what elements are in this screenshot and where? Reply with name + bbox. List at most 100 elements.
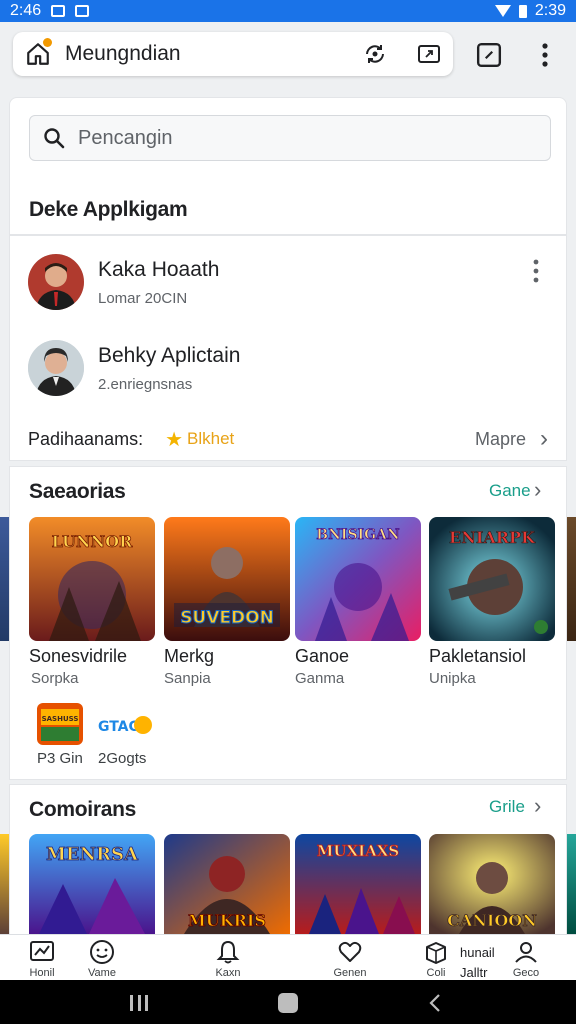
chart-icon <box>30 941 54 961</box>
tile-title: Ganoe <box>295 646 350 666</box>
users-card: Kaka Hoaath Lomar 20CIN Behky Aplictain … <box>9 235 567 461</box>
see-all-link[interactable]: Gane <box>489 481 531 501</box>
tile-art-text: SUVEDON <box>180 608 274 628</box>
game-tile[interactable]: SUVEDON <box>164 517 290 641</box>
overflow-menu-icon[interactable] <box>534 42 556 68</box>
heart-icon <box>338 941 362 962</box>
chevron-right-icon[interactable]: › <box>534 793 541 819</box>
app-title: Meungndian <box>65 42 181 65</box>
status-bar: 2:46 2:39 <box>0 0 576 22</box>
nav-label: Geco <box>512 967 540 979</box>
section-title: Saeaorias <box>29 480 126 503</box>
status-time-left: 2:46 <box>10 2 42 19</box>
tile-art-text: BNISIGAN <box>316 527 400 543</box>
nav-label: Coli <box>426 967 446 979</box>
mini-app-label: 2Gogts <box>98 750 147 767</box>
person-icon <box>515 942 537 963</box>
bottom-navigation: Honil Vame Kaxn Genen Coli hunail Jalltr… <box>0 934 576 980</box>
chevron-right-icon[interactable]: › <box>534 477 541 503</box>
user-row[interactable]: Kaka Hoaath Lomar 20CIN <box>28 254 219 310</box>
nav-item-favorites[interactable]: Genen <box>320 939 380 979</box>
home-button[interactable] <box>278 993 298 1013</box>
search-icon <box>44 128 65 149</box>
nav-extra-top: hunail <box>460 945 495 960</box>
box-icon <box>426 942 446 964</box>
tile-art-text: MUKRIS <box>188 911 266 930</box>
tile-art-text: MENRSA <box>46 844 139 865</box>
tag-text[interactable]: Blkhet <box>187 429 234 449</box>
bell-icon <box>216 940 240 964</box>
nav-item-alerts[interactable]: Kaxn <box>198 939 258 979</box>
partial-tile[interactable] <box>0 517 9 641</box>
mini-app-label: P3 Gin <box>37 750 83 767</box>
nav-label: Vame <box>88 967 116 979</box>
user-name: Kaka Hoaath <box>98 257 220 281</box>
tile-title: Pakletansiol <box>429 646 527 666</box>
recents-button[interactable] <box>130 995 148 1011</box>
tile-art-text: LUNNOR <box>52 532 134 551</box>
app-top-bar: Meungndian <box>13 32 453 76</box>
nav-item-game[interactable]: Vame <box>72 939 132 979</box>
user-subtitle: 2.enriegnsnas <box>98 375 193 393</box>
user-subtitle: Lomar 20CIN <box>98 289 188 307</box>
home-icon[interactable] <box>25 38 52 67</box>
nav-item-home[interactable]: Honil <box>12 939 72 979</box>
game-tile[interactable]: BNISIGAN <box>295 517 421 641</box>
tile-art-text: ENIARPK <box>449 528 536 547</box>
smile-icon <box>90 940 114 964</box>
search-placeholder: Pencangin <box>78 126 173 149</box>
search-input[interactable]: Pencangin <box>29 115 551 161</box>
game-tile[interactable]: CANIOON <box>429 834 555 934</box>
game-tile[interactable]: LUNNOR <box>29 517 155 641</box>
notification-icon <box>51 5 66 17</box>
nav-label: Honil <box>29 967 55 979</box>
star-icon: ★ <box>165 428 184 451</box>
partial-tile[interactable] <box>0 834 9 934</box>
search-card: Pencangin Deke Applkigam <box>9 97 567 235</box>
nav-extra-label[interactable]: hunail Jalltr <box>460 943 495 983</box>
system-navigation-bar <box>0 980 576 1024</box>
game-tile[interactable]: ENIARPK <box>429 517 555 641</box>
label-row: Padihaanams: ★ Blkhet Mapre › <box>28 425 548 453</box>
screen-icon[interactable] <box>417 42 441 66</box>
chevron-right-icon[interactable]: › <box>540 425 548 453</box>
see-all-link[interactable]: Grile <box>489 797 525 817</box>
tile-subtitle: Ganma <box>295 670 345 687</box>
mini-app-icon[interactable]: SASHUSS <box>37 703 83 745</box>
mini-app-icon[interactable]: GTAG <box>97 707 153 743</box>
mini-art-text: GTAG <box>98 719 140 735</box>
nav-item-profile[interactable]: Geco <box>496 939 556 979</box>
user-row[interactable]: Behky Aplictain 2.enriegnsnas <box>28 340 240 396</box>
status-time-right: 2:39 <box>534 2 566 19</box>
section-title: Comoirans <box>29 798 136 821</box>
user-more-icon[interactable] <box>530 258 542 284</box>
tile-subtitle: Sanpia <box>164 670 211 687</box>
game-tile[interactable]: MENRSA <box>29 834 155 934</box>
tile-subtitle: Sorpka <box>31 670 79 687</box>
label-text: Padihaanams: <box>28 428 144 449</box>
expand-icon[interactable] <box>476 42 502 68</box>
tile-subtitle: Unipka <box>429 670 476 687</box>
more-link[interactable]: Mapre <box>475 429 526 450</box>
nav-label: Genen <box>333 967 367 979</box>
tile-art-text: MUXIAXS <box>317 842 399 860</box>
battery-icon <box>518 4 527 18</box>
game-tile[interactable]: MUXIAXS <box>295 834 421 934</box>
partial-tile[interactable] <box>567 517 576 641</box>
tile-art-text: CANIOON <box>447 911 537 930</box>
notification-dot <box>43 38 52 47</box>
avatar <box>28 340 84 396</box>
wifi-icon <box>494 5 511 17</box>
tile-title: Sonesvidrile <box>29 646 128 666</box>
section-title: Deke Applkigam <box>29 198 188 221</box>
notification-icon-2 <box>75 5 90 17</box>
game-tile[interactable]: MUKRIS <box>164 834 290 934</box>
tile-title: Merkg <box>164 646 215 666</box>
nav-item-collection[interactable]: Coli <box>406 939 466 979</box>
nav-label: Kaxn <box>215 967 241 979</box>
partial-tile[interactable] <box>567 834 576 934</box>
user-name: Behky Aplictain <box>98 343 241 367</box>
back-button[interactable] <box>428 993 442 1013</box>
sync-icon[interactable] <box>363 42 387 66</box>
mini-art-text: SASHUSS <box>42 715 79 723</box>
